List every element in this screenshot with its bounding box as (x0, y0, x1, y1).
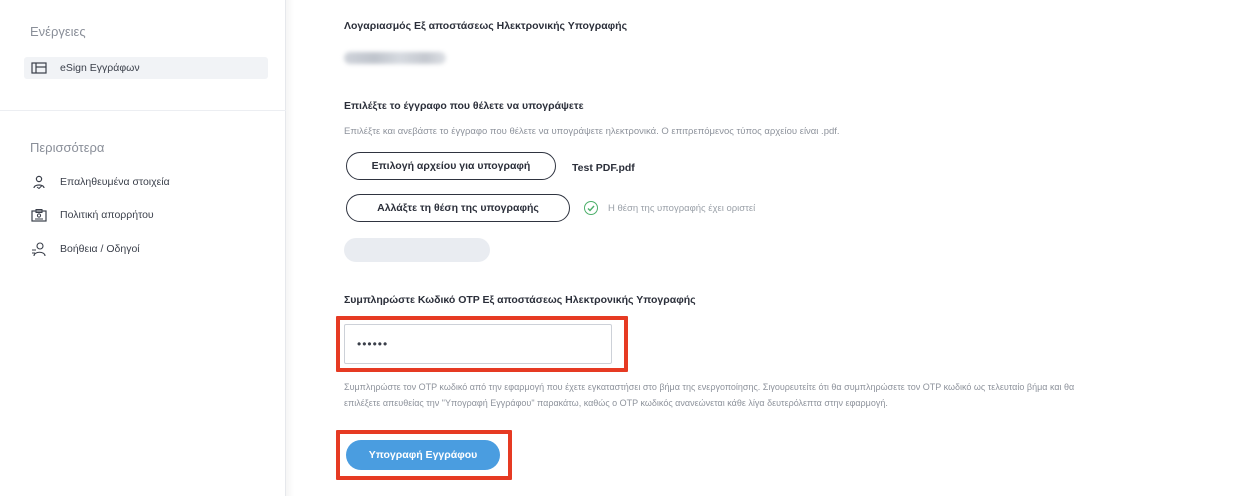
document-grid-icon (30, 61, 48, 75)
otp-help-line-1: Συμπληρώστε τον OTP κωδικό από την εφαρμ… (344, 382, 1075, 392)
sidebar-item-label: Πολιτική απορρήτου (60, 209, 154, 221)
sidebar-divider (0, 110, 286, 111)
sidebar-more-title: Περισσότερα (30, 140, 105, 155)
position-status-text: Η θέση της υπογραφής έχει οριστεί (608, 202, 756, 214)
otp-help-line-2: επιλέξετε απευθείας την "Υπογραφή Εγγράφ… (344, 398, 888, 408)
verified-user-icon (30, 175, 48, 189)
sidebar-item-help-guides[interactable]: Βοήθεια / Οδηγοί (24, 238, 268, 260)
help-person-icon (30, 241, 48, 256)
account-label: Λογαριασμός Εξ αποστάσεως Ηλεκτρονικής Υ… (344, 20, 628, 32)
otp-title: Συμπληρώστε Κωδικό OTP Εξ αποστάσεως Ηλε… (344, 294, 696, 306)
choose-file-button[interactable]: Επιλογή αρχείου για υπογραφή (346, 152, 556, 180)
select-document-help: Επιλέξτε και ανεβάστε το έγγραφο που θέλ… (344, 126, 840, 137)
account-value-redacted (344, 52, 446, 64)
sign-document-button[interactable]: Υπογραφή Εγγράφου (346, 440, 500, 470)
select-document-title: Επιλέξτε το έγγραφο που θέλετε να υπογρά… (344, 100, 584, 112)
sidebar-actions-title: Ενέργειες (30, 24, 86, 39)
id-card-icon (30, 208, 48, 222)
sidebar-item-label: eSign Εγγράφων (60, 62, 140, 74)
sidebar-item-verified-data[interactable]: Επαληθευμένα στοιχεία (24, 171, 268, 193)
check-circle-icon (584, 201, 598, 215)
sidebar-item-privacy-policy[interactable]: Πολιτική απορρήτου (24, 204, 268, 226)
selected-file-name: Test PDF.pdf (572, 162, 635, 174)
sidebar-item-esign-documents[interactable]: eSign Εγγράφων (24, 57, 268, 79)
otp-input[interactable] (344, 324, 612, 364)
position-status: Η θέση της υπογραφής έχει οριστεί (584, 201, 755, 215)
sidebar-item-label: Επαληθευμένα στοιχεία (60, 176, 170, 188)
sidebar-shadow (286, 0, 294, 496)
sidebar-item-label: Βοήθεια / Οδηγοί (60, 243, 140, 255)
sidebar: Ενέργειες eSign Εγγράφων Περισσότερα Επα… (0, 0, 286, 496)
change-signature-position-button[interactable]: Αλλάξτε τη θέση της υπογραφής (346, 194, 570, 222)
disabled-action-button[interactable] (344, 238, 490, 262)
